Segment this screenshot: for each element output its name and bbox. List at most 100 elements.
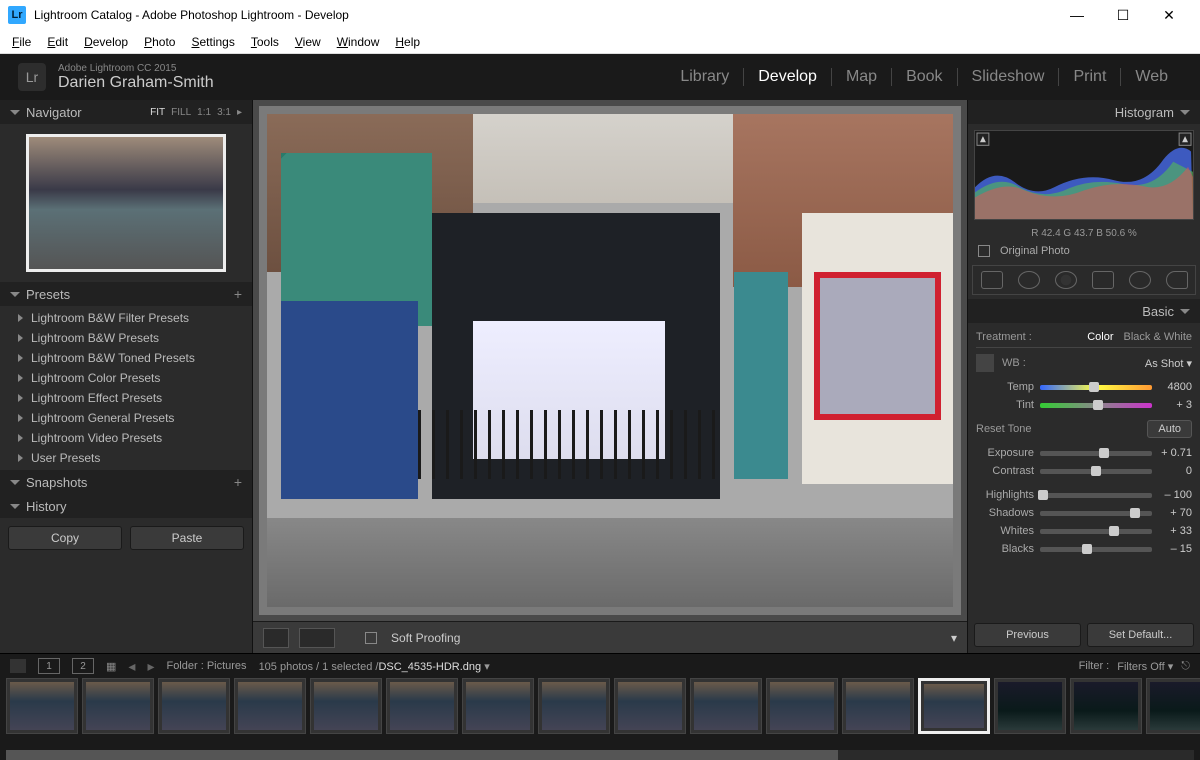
add-snapshot-button[interactable]: + [234, 474, 242, 490]
module-develop[interactable]: Develop [744, 68, 832, 86]
slider-track[interactable] [1040, 385, 1152, 390]
slider-track[interactable] [1040, 469, 1152, 474]
temp-slider[interactable]: Temp4800 [976, 378, 1192, 396]
before-after-icon[interactable] [299, 628, 335, 648]
graduated-filter-icon[interactable] [1092, 271, 1114, 289]
slider-thumb[interactable] [1089, 382, 1099, 392]
zoom-3-1[interactable]: 3:1 [217, 107, 231, 118]
slider-track[interactable] [1040, 493, 1152, 498]
radial-filter-icon[interactable] [1129, 271, 1151, 289]
auto-tone-button[interactable]: Auto [1147, 420, 1192, 438]
module-library[interactable]: Library [666, 68, 744, 86]
crop-tool-icon[interactable] [981, 271, 1003, 289]
adjustment-brush-icon[interactable] [1166, 271, 1188, 289]
module-slideshow[interactable]: Slideshow [958, 68, 1060, 86]
treatment-color[interactable]: Color [1087, 331, 1113, 343]
preset-folder[interactable]: Lightroom Color Presets [0, 368, 252, 388]
zoom-1-1[interactable]: 1:1 [197, 107, 211, 118]
zoom-fill[interactable]: FILL [171, 107, 191, 118]
filter-dropdown[interactable]: Filters Off ▾ [1117, 660, 1173, 673]
slider-track[interactable] [1040, 451, 1152, 456]
basic-header[interactable]: Basic [968, 299, 1200, 323]
presets-header[interactable]: Presets + [0, 282, 252, 306]
preset-folder[interactable]: Lightroom Video Presets [0, 428, 252, 448]
nav-back-icon[interactable]: ◂ [128, 658, 135, 675]
slider-thumb[interactable] [1038, 490, 1048, 500]
contrast-slider[interactable]: Contrast0 [976, 462, 1192, 480]
slider-thumb[interactable] [1082, 544, 1092, 554]
preset-folder[interactable]: Lightroom B&W Presets [0, 328, 252, 348]
toolbar-chevron-icon[interactable]: ▾ [951, 631, 957, 645]
previous-button[interactable]: Previous [974, 623, 1081, 647]
shadows-slider[interactable]: Shadows+ 70 [976, 504, 1192, 522]
menu-settings[interactable]: Settings [183, 35, 242, 49]
navigator-preview[interactable] [0, 124, 252, 282]
preset-folder[interactable]: User Presets [0, 448, 252, 468]
filmstrip-thumb[interactable] [614, 678, 686, 734]
filmstrip-thumb[interactable] [842, 678, 914, 734]
close-button[interactable]: ✕ [1146, 0, 1192, 30]
menu-edit[interactable]: Edit [39, 35, 76, 49]
slider-track[interactable] [1040, 529, 1152, 534]
preset-folder[interactable]: Lightroom B&W Toned Presets [0, 348, 252, 368]
grid-view-icon[interactable]: ▦ [106, 660, 116, 673]
navigator-header[interactable]: Navigator FIT FILL 1:1 3:1 ▸ [0, 100, 252, 124]
treatment-bw[interactable]: Black & White [1124, 331, 1192, 343]
module-print[interactable]: Print [1059, 68, 1121, 86]
menu-window[interactable]: Window [329, 35, 388, 49]
zoom-chevron-icon[interactable]: ▸ [237, 107, 242, 118]
menu-help[interactable]: Help [387, 35, 428, 49]
exposure-slider[interactable]: Exposure+ 0.71 [976, 444, 1192, 462]
folder-path[interactable]: Folder : Pictures [166, 660, 246, 672]
menu-develop[interactable]: Develop [76, 35, 136, 49]
copy-button[interactable]: Copy [8, 526, 122, 550]
filmstrip-scrollbar[interactable] [6, 750, 1194, 760]
main-display-button[interactable]: 1 [38, 658, 60, 674]
menu-photo[interactable]: Photo [136, 35, 183, 49]
add-preset-button[interactable]: + [234, 286, 242, 302]
whites-slider[interactable]: Whites+ 33 [976, 522, 1192, 540]
reset-tone-button[interactable]: Reset Tone [976, 423, 1031, 435]
module-book[interactable]: Book [892, 68, 957, 86]
filmstrip-thumb[interactable] [386, 678, 458, 734]
slider-track[interactable] [1040, 511, 1152, 516]
spot-removal-icon[interactable] [1018, 271, 1040, 289]
soft-proofing-checkbox[interactable] [365, 632, 377, 644]
filmstrip-thumb[interactable] [310, 678, 382, 734]
tint-slider[interactable]: Tint+ 3 [976, 396, 1192, 414]
filmstrip-thumb[interactable] [766, 678, 838, 734]
highlights-slider[interactable]: Highlights– 100 [976, 486, 1192, 504]
loupe-view-icon[interactable] [263, 628, 289, 648]
filmstrip-thumb[interactable] [538, 678, 610, 734]
filmstrip-thumb[interactable] [1070, 678, 1142, 734]
set-default-button[interactable]: Set Default... [1087, 623, 1194, 647]
filter-lock-icon[interactable]: ⎋ [1181, 660, 1190, 673]
filmstrip-thumb[interactable] [158, 678, 230, 734]
menu-file[interactable]: File [4, 35, 39, 49]
paste-button[interactable]: Paste [130, 526, 244, 550]
history-header[interactable]: History [0, 494, 252, 518]
slider-thumb[interactable] [1130, 508, 1140, 518]
filmstrip-thumb[interactable] [994, 678, 1066, 734]
preset-folder[interactable]: Lightroom Effect Presets [0, 388, 252, 408]
menu-view[interactable]: View [287, 35, 329, 49]
filmstrip-thumb[interactable] [462, 678, 534, 734]
image-canvas[interactable] [259, 106, 961, 615]
preset-folder[interactable]: Lightroom B&W Filter Presets [0, 308, 252, 328]
snapshots-header[interactable]: Snapshots + [0, 470, 252, 494]
slider-track[interactable] [1040, 547, 1152, 552]
secondary-display-icon[interactable] [10, 659, 26, 673]
blacks-slider[interactable]: Blacks– 15 [976, 540, 1192, 558]
maximize-button[interactable]: ☐ [1100, 0, 1146, 30]
module-web[interactable]: Web [1121, 68, 1182, 86]
preset-folder[interactable]: Lightroom General Presets [0, 408, 252, 428]
secondary-display-button[interactable]: 2 [72, 658, 94, 674]
nav-forward-icon[interactable]: ▸ [147, 658, 154, 675]
filmstrip-thumb[interactable] [6, 678, 78, 734]
slider-track[interactable] [1040, 403, 1152, 408]
slider-thumb[interactable] [1091, 466, 1101, 476]
slider-thumb[interactable] [1099, 448, 1109, 458]
wb-dropdown[interactable]: As Shot ▾ [1145, 357, 1192, 370]
slider-thumb[interactable] [1093, 400, 1103, 410]
filmstrip-thumb[interactable] [690, 678, 762, 734]
